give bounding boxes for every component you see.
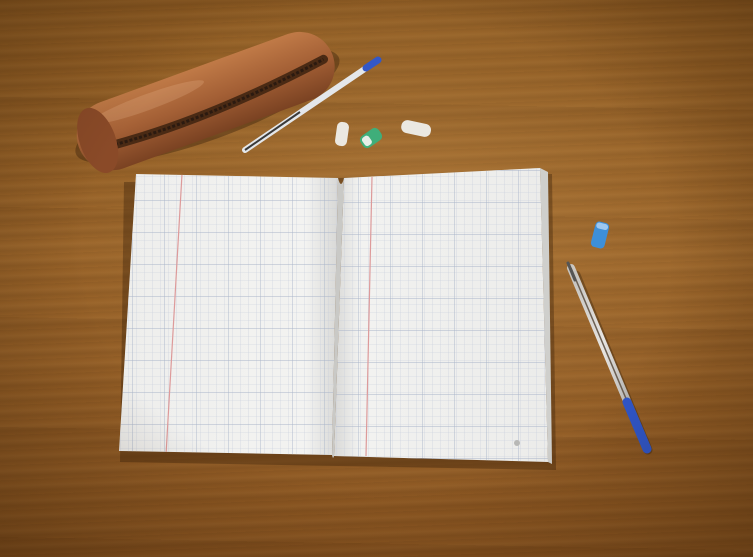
eraser-green-icon xyxy=(359,127,383,149)
paper-spot xyxy=(514,440,520,446)
eraser-blue-icon xyxy=(590,221,610,249)
notebook-left-page xyxy=(119,174,338,455)
photo-scene xyxy=(0,0,753,557)
scene-drawing xyxy=(75,31,653,470)
eraser-white-icon xyxy=(401,120,432,137)
ballpoint-pen-icon xyxy=(566,261,653,455)
pencil-case-icon xyxy=(75,31,340,173)
eraser-white-icon xyxy=(335,121,349,147)
notebook-right-page xyxy=(334,168,548,462)
